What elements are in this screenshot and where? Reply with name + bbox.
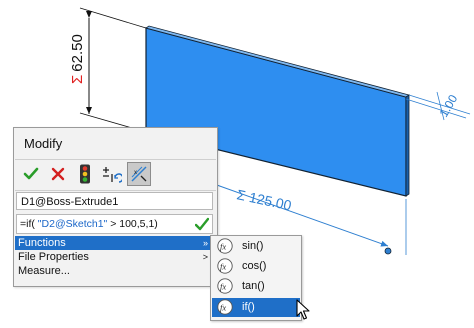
x-icon[interactable]	[46, 162, 70, 186]
mouse-cursor-icon	[296, 299, 310, 320]
spin-increment-icon[interactable]	[100, 162, 124, 186]
submenu-arrow-icon: >	[202, 252, 208, 262]
svg-text:fx: fx	[220, 303, 226, 313]
dimension-name-field: D1@Boss-Extrude1	[16, 192, 213, 210]
dialog-title: Modify	[24, 136, 63, 151]
submenu-item-sin[interactable]: fx sin()	[212, 237, 300, 256]
expression-input[interactable]: =if( "D2@Sketch1" > 100,5,1)	[16, 214, 213, 234]
mark-dimension-icon[interactable]: x	[127, 162, 151, 186]
traffic-light-icon[interactable]	[73, 162, 97, 186]
svg-text:fx: fx	[220, 242, 226, 252]
expression-reference: "D2@Sketch1"	[37, 218, 108, 230]
fx-icon: fx	[217, 278, 233, 294]
submenu-item-label: if()	[242, 301, 255, 313]
fx-icon: fx	[217, 258, 233, 274]
dimension-vertical[interactable]: Σ62.50	[69, 7, 147, 133]
expression-valid-check-icon	[194, 216, 210, 232]
menu-item-file-properties[interactable]: File Properties >	[15, 250, 216, 264]
submenu-arrow-icon: »	[202, 238, 208, 248]
fx-icon: fx	[217, 299, 233, 315]
menu-item-label: Measure...	[18, 265, 70, 277]
dimension-vertical-value: Σ62.50	[69, 34, 86, 84]
fx-icon: fx	[217, 238, 233, 254]
submenu-item-cos[interactable]: fx cos()	[212, 257, 300, 276]
submenu-item-tan[interactable]: fx tan()	[212, 277, 300, 296]
menu-item-measure[interactable]: Measure...	[15, 264, 216, 278]
menu-item-label: File Properties	[18, 251, 89, 263]
dimension-horizontal-value: Σ125.00	[235, 186, 293, 213]
menu-item-label: Functions	[18, 237, 66, 249]
svg-text:x: x	[134, 170, 137, 176]
functions-submenu: fx sin() fx cos() fx tan() fx if()	[210, 235, 302, 321]
svg-text:fx: fx	[220, 282, 226, 292]
svg-text:fx: fx	[220, 262, 226, 272]
submenu-item-if[interactable]: fx if()	[212, 298, 300, 317]
submenu-item-label: tan()	[242, 280, 265, 292]
modify-dialog: Modify x D1@Boss-Extrude1 =if("D2@Sketc…	[13, 127, 218, 287]
expression-suffix: > 100,5,1)	[107, 218, 158, 230]
dimension-thickness[interactable]: 1.00	[405, 91, 471, 121]
equation-menu: Functions » File Properties > Measure...	[15, 236, 216, 278]
menu-item-functions[interactable]: Functions »	[15, 236, 216, 250]
modify-toolbar: x	[15, 159, 216, 191]
check-icon[interactable]	[19, 162, 43, 186]
submenu-item-label: sin()	[242, 240, 264, 252]
submenu-item-label: cos()	[242, 260, 267, 272]
expression-prefix: =if(	[20, 218, 38, 230]
